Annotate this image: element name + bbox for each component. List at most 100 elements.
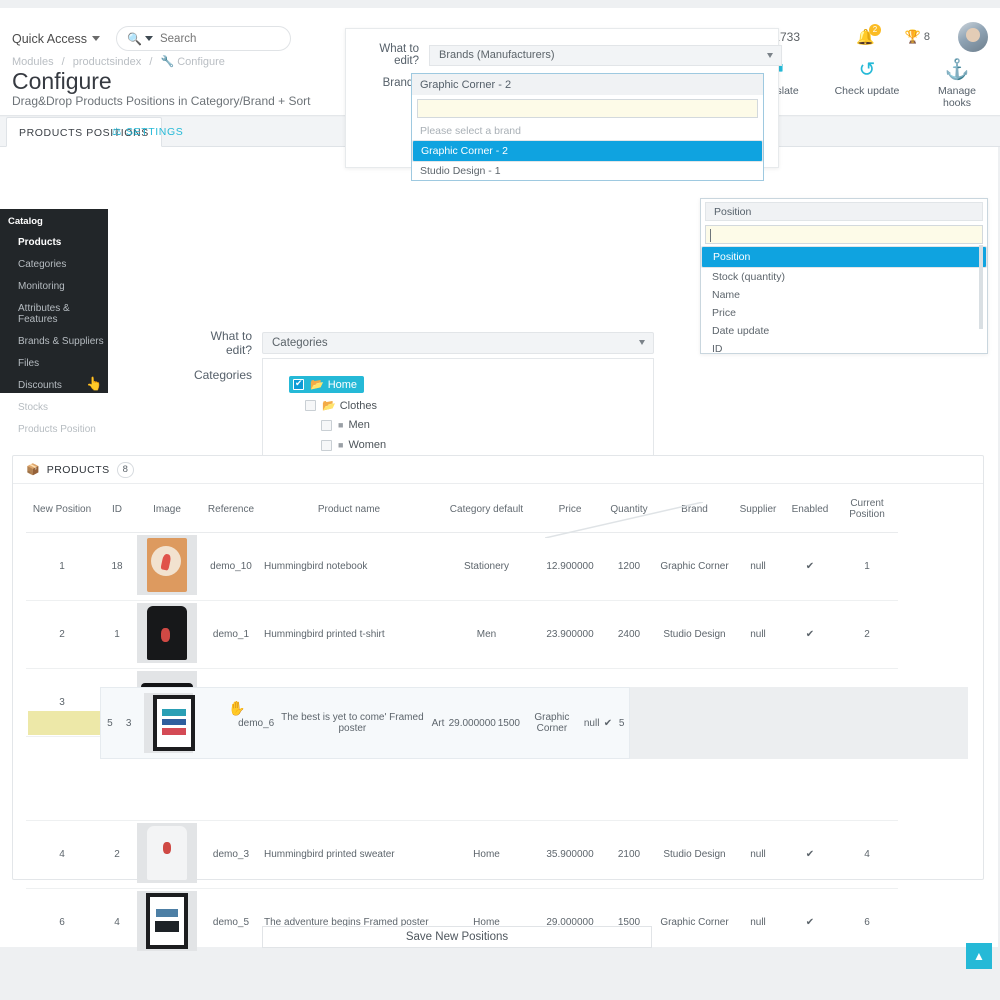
toolbar-check-update-button[interactable]: ↺ Check update bbox=[834, 58, 900, 109]
position-select-dropdown: Position Position Stock (quantity) Name … bbox=[700, 198, 988, 355]
quick-access-button[interactable]: Quick Access bbox=[12, 32, 87, 46]
position-option-name[interactable]: Name bbox=[701, 286, 987, 304]
avatar[interactable] bbox=[958, 22, 988, 52]
toolbar-manage-hooks-button[interactable]: ⚓ Manage hooks bbox=[924, 58, 990, 109]
position-selected-display[interactable]: Position bbox=[705, 202, 983, 221]
position-dropdown-scrollbar[interactable] bbox=[979, 245, 983, 329]
wrench-icon: 🔧 bbox=[160, 56, 175, 68]
bullet-icon: ■ bbox=[338, 440, 344, 450]
brands-option-studio-design[interactable]: Studio Design - 1 bbox=[412, 162, 763, 180]
checkbox-icon[interactable] bbox=[293, 378, 304, 390]
tree-item-women-label: Women bbox=[348, 439, 387, 451]
notifications-button[interactable]: 🔔 2 bbox=[856, 24, 881, 47]
folder-open-icon: 📂 bbox=[310, 379, 324, 391]
cell-supplier: null bbox=[732, 888, 784, 957]
sliders-icon: ⚖ bbox=[112, 126, 123, 138]
product-thumbnail bbox=[137, 535, 197, 595]
checkbox-icon[interactable] bbox=[305, 400, 316, 411]
cell-current-position: 2 bbox=[836, 600, 898, 669]
sidebar-item-monitoring[interactable]: Monitoring bbox=[0, 275, 108, 297]
col-reference[interactable]: Reference bbox=[198, 484, 264, 533]
trophy-indicator[interactable]: 🏆 8 bbox=[905, 29, 930, 45]
checkbox-icon[interactable] bbox=[321, 439, 332, 451]
back-to-top-button[interactable]: ▲ bbox=[966, 943, 992, 969]
product-thumbnail bbox=[137, 823, 197, 883]
cell-enabled: ✔ bbox=[784, 888, 836, 957]
dragged-current-position: 5 bbox=[618, 717, 625, 729]
app-root: Quick Access 🔍 Modules / productsindex /… bbox=[0, 0, 1000, 1000]
bullet-icon: ■ bbox=[338, 420, 344, 430]
position-option-id[interactable]: ID bbox=[701, 340, 987, 358]
col-current-position[interactable]: Current Position bbox=[836, 484, 898, 533]
cell-quantity: 2100 bbox=[601, 820, 657, 889]
cell-category: Home bbox=[434, 820, 539, 889]
position-option-date-update[interactable]: Date update bbox=[701, 322, 987, 340]
tab-settings[interactable]: ⚖ SETTINGS bbox=[100, 117, 195, 147]
table-row[interactable]: 2 1 demo_1 Hummingbird printed t-shirt M… bbox=[26, 600, 898, 669]
sidebar-item-brands-suppliers[interactable]: Brands & Suppliers bbox=[0, 330, 108, 352]
cell-brand: Studio Design bbox=[657, 600, 732, 669]
cell-quantity: 2400 bbox=[601, 600, 657, 669]
breadcrumb-item-modules[interactable]: Modules bbox=[12, 56, 54, 68]
products-icon: 📦 bbox=[26, 464, 40, 476]
checkbox-icon[interactable] bbox=[321, 419, 332, 431]
col-supplier[interactable]: Supplier bbox=[732, 484, 784, 533]
tree-item-home[interactable]: 📂 Home bbox=[289, 376, 365, 393]
col-product-name[interactable]: Product name bbox=[264, 484, 434, 533]
col-id[interactable]: ID bbox=[98, 484, 136, 533]
dragged-quantity: 1500 bbox=[497, 717, 520, 729]
notification-badge: 2 bbox=[869, 24, 881, 36]
tree-item-men[interactable]: ■ Men bbox=[321, 419, 370, 431]
product-thumbnail bbox=[137, 603, 197, 663]
tree-item-clothes[interactable]: 📂 Clothes bbox=[305, 399, 377, 412]
dragged-supplier: null bbox=[583, 717, 600, 729]
col-category-default[interactable]: Category default bbox=[434, 484, 539, 533]
popup-what-to-edit-select[interactable]: Brands (Manufacturers) bbox=[429, 44, 782, 66]
cell-new-position: 1 bbox=[26, 532, 98, 601]
refresh-icon: ↺ bbox=[858, 59, 876, 81]
position-option-stock[interactable]: Stock (quantity) bbox=[701, 268, 987, 286]
cell-product-name: Hummingbird printed sweater bbox=[264, 820, 434, 889]
col-enabled[interactable]: Enabled bbox=[784, 484, 836, 533]
col-image[interactable]: Image bbox=[136, 484, 198, 533]
products-card-title: PRODUCTS bbox=[46, 463, 110, 476]
thumbnail-art-icon bbox=[147, 538, 187, 592]
position-option-price[interactable]: Price bbox=[701, 304, 987, 322]
cell-new-position: 4 bbox=[26, 820, 98, 889]
dragged-product-row[interactable]: 5 3 demo_6 The best is yet to come' Fram… bbox=[100, 687, 630, 759]
search-input[interactable] bbox=[159, 32, 280, 45]
sidebar-item-products-position[interactable]: Products Position bbox=[0, 418, 108, 440]
brands-selected-display[interactable]: Graphic Corner - 2 bbox=[412, 74, 763, 95]
what-to-edit-label: What to edit? bbox=[210, 329, 252, 357]
what-to-edit-row: What to edit? Categories bbox=[190, 329, 654, 357]
sidebar-item-categories[interactable]: Categories bbox=[0, 253, 108, 275]
popup-what-to-edit-value: Brands (Manufacturers) bbox=[439, 49, 555, 61]
table-row[interactable]: 4 2 demo_3 Hummingbird printed sweater H… bbox=[26, 820, 898, 889]
breadcrumb-separator: / bbox=[61, 56, 65, 68]
search-bar[interactable]: 🔍 bbox=[116, 26, 292, 51]
position-option-position[interactable]: Position bbox=[701, 246, 987, 268]
sidebar-item-stocks[interactable]: Stocks bbox=[0, 396, 108, 418]
brands-option-graphic-corner[interactable]: Graphic Corner - 2 bbox=[412, 140, 763, 162]
sidebar-item-products[interactable]: Products bbox=[0, 231, 108, 253]
breadcrumb-item-productsindex[interactable]: productsindex bbox=[73, 56, 142, 68]
what-to-edit-select[interactable]: Categories bbox=[262, 332, 654, 354]
cell-brand: Studio Design bbox=[657, 820, 732, 889]
dragged-id: 3 bbox=[125, 717, 132, 729]
thumbnail-art-icon bbox=[146, 893, 188, 949]
position-search-input[interactable] bbox=[705, 225, 983, 244]
col-new-position[interactable]: New Position bbox=[26, 484, 98, 533]
sidebar-item-files[interactable]: Files bbox=[0, 352, 108, 374]
brands-option-placeholder[interactable]: Please select a brand bbox=[412, 122, 763, 140]
brands-search-input[interactable] bbox=[417, 99, 758, 118]
save-new-positions-button[interactable]: Save New Positions bbox=[262, 926, 652, 948]
chevron-down-icon bbox=[767, 52, 773, 58]
product-thumbnail bbox=[137, 891, 197, 951]
cell-current-position: 4 bbox=[836, 820, 898, 889]
cell-reference: demo_1 bbox=[198, 600, 264, 669]
sidebar-item-attributes-features[interactable]: Attributes & Features bbox=[0, 297, 108, 330]
cell-image bbox=[136, 600, 198, 669]
tree-item-women[interactable]: ■ Women bbox=[321, 439, 386, 451]
cell-id: 2 bbox=[98, 820, 136, 889]
table-row[interactable]: 1 18 demo_10 Hummingbird notebook Statio… bbox=[26, 532, 898, 601]
